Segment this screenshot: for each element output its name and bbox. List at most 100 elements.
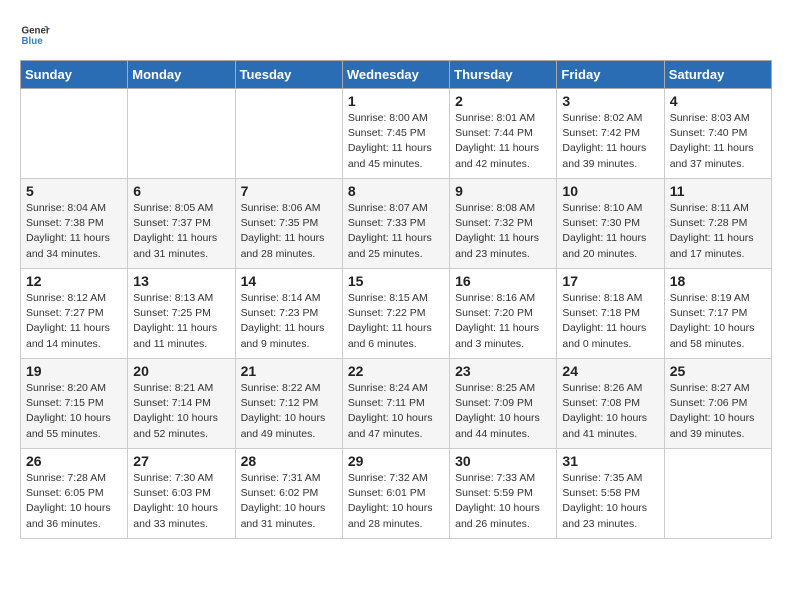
day-detail: Sunrise: 8:27 AM Sunset: 7:06 PM Dayligh… — [670, 381, 766, 442]
day-number: 4 — [670, 93, 766, 109]
calendar-day-27: 27 Sunrise: 7:30 AM Sunset: 6:03 PM Dayli… — [128, 449, 235, 539]
calendar-day-7: 7 Sunrise: 8:06 AM Sunset: 7:35 PM Daylig… — [235, 179, 342, 269]
day-number: 31 — [562, 453, 658, 469]
day-detail: Sunrise: 8:18 AM Sunset: 7:18 PM Dayligh… — [562, 291, 658, 352]
calendar-day-13: 13Sunrise: 8:13 AM Sunset: 7:25 PM Dayli… — [128, 269, 235, 359]
calendar-day-20: 20Sunrise: 8:21 AM Sunset: 7:14 PM Dayli… — [128, 359, 235, 449]
day-number: 18 — [670, 273, 766, 289]
calendar-day-10: 10 Sunrise: 8:10 AM Sunset: 7:30 PM Dayli… — [557, 179, 664, 269]
weekday-header-saturday: Saturday — [664, 61, 771, 89]
day-number: 25 — [670, 363, 766, 379]
calendar-day-23: 23 Sunrise: 8:25 AM Sunset: 7:09 PM Dayli… — [450, 359, 557, 449]
day-detail: Sunrise: 8:04 AM Sunset: 7:38 PM Dayligh… — [26, 201, 122, 262]
day-detail: Sunrise: 7:30 AM Sunset: 6:03 PM Dayligh… — [133, 471, 229, 532]
day-detail: Sunrise: 7:28 AM Sunset: 6:05 PM Dayligh… — [26, 471, 122, 532]
calendar-day-5: 5 Sunrise: 8:04 AM Sunset: 7:38 PM Daylig… — [21, 179, 128, 269]
calendar-day-28: 28Sunrise: 7:31 AM Sunset: 6:02 PM Dayli… — [235, 449, 342, 539]
day-detail: Sunrise: 8:01 AM Sunset: 7:44 PM Dayligh… — [455, 111, 551, 172]
calendar-week-row: 19 Sunrise: 8:20 AM Sunset: 7:15 PM Dayli… — [21, 359, 772, 449]
day-detail: Sunrise: 8:21 AM Sunset: 7:14 PM Dayligh… — [133, 381, 229, 442]
day-detail: Sunrise: 8:05 AM Sunset: 7:37 PM Dayligh… — [133, 201, 229, 262]
calendar-week-row: 1 Sunrise: 8:00 AM Sunset: 7:45 PM Daylig… — [21, 89, 772, 179]
calendar-week-row: 26 Sunrise: 7:28 AM Sunset: 6:05 PM Dayli… — [21, 449, 772, 539]
calendar-day-14: 14 Sunrise: 8:14 AM Sunset: 7:23 PM Dayli… — [235, 269, 342, 359]
day-number: 22 — [348, 363, 444, 379]
calendar-day-17: 17 Sunrise: 8:18 AM Sunset: 7:18 PM Dayli… — [557, 269, 664, 359]
weekday-header-monday: Monday — [128, 61, 235, 89]
day-detail: Sunrise: 8:02 AM Sunset: 7:42 PM Dayligh… — [562, 111, 658, 172]
day-number: 14 — [241, 273, 337, 289]
calendar-day-2: 2Sunrise: 8:01 AM Sunset: 7:44 PM Daylig… — [450, 89, 557, 179]
calendar-day-4: 4Sunrise: 8:03 AM Sunset: 7:40 PM Daylig… — [664, 89, 771, 179]
calendar-day-26: 26 Sunrise: 7:28 AM Sunset: 6:05 PM Dayli… — [21, 449, 128, 539]
calendar-day-16: 16 Sunrise: 8:16 AM Sunset: 7:20 PM Dayli… — [450, 269, 557, 359]
day-number: 26 — [26, 453, 122, 469]
calendar-empty-cell — [235, 89, 342, 179]
day-number: 17 — [562, 273, 658, 289]
calendar-empty-cell — [664, 449, 771, 539]
day-detail: Sunrise: 8:22 AM Sunset: 7:12 PM Dayligh… — [241, 381, 337, 442]
calendar-day-3: 3 Sunrise: 8:02 AM Sunset: 7:42 PM Daylig… — [557, 89, 664, 179]
day-detail: Sunrise: 8:07 AM Sunset: 7:33 PM Dayligh… — [348, 201, 444, 262]
weekday-header-sunday: Sunday — [21, 61, 128, 89]
day-number: 23 — [455, 363, 551, 379]
day-number: 6 — [133, 183, 229, 199]
day-number: 21 — [241, 363, 337, 379]
calendar-day-30: 30 Sunrise: 7:33 AM Sunset: 5:59 PM Dayli… — [450, 449, 557, 539]
day-detail: Sunrise: 8:06 AM Sunset: 7:35 PM Dayligh… — [241, 201, 337, 262]
calendar-table: SundayMondayTuesdayWednesdayThursdayFrid… — [20, 60, 772, 539]
day-detail: Sunrise: 8:08 AM Sunset: 7:32 PM Dayligh… — [455, 201, 551, 262]
day-number: 30 — [455, 453, 551, 469]
day-number: 7 — [241, 183, 337, 199]
weekday-header-wednesday: Wednesday — [342, 61, 449, 89]
day-number: 9 — [455, 183, 551, 199]
day-number: 19 — [26, 363, 122, 379]
calendar-day-21: 21 Sunrise: 8:22 AM Sunset: 7:12 PM Dayli… — [235, 359, 342, 449]
day-detail: Sunrise: 8:15 AM Sunset: 7:22 PM Dayligh… — [348, 291, 444, 352]
day-detail: Sunrise: 8:24 AM Sunset: 7:11 PM Dayligh… — [348, 381, 444, 442]
day-number: 10 — [562, 183, 658, 199]
day-detail: Sunrise: 8:00 AM Sunset: 7:45 PM Dayligh… — [348, 111, 444, 172]
day-number: 28 — [241, 453, 337, 469]
svg-text:Blue: Blue — [22, 36, 44, 47]
weekday-header-tuesday: Tuesday — [235, 61, 342, 89]
day-detail: Sunrise: 8:20 AM Sunset: 7:15 PM Dayligh… — [26, 381, 122, 442]
calendar-day-24: 24 Sunrise: 8:26 AM Sunset: 7:08 PM Dayli… — [557, 359, 664, 449]
weekday-header-thursday: Thursday — [450, 61, 557, 89]
calendar-day-1: 1 Sunrise: 8:00 AM Sunset: 7:45 PM Daylig… — [342, 89, 449, 179]
day-detail: Sunrise: 8:16 AM Sunset: 7:20 PM Dayligh… — [455, 291, 551, 352]
calendar-day-25: 25 Sunrise: 8:27 AM Sunset: 7:06 PM Dayli… — [664, 359, 771, 449]
day-detail: Sunrise: 7:32 AM Sunset: 6:01 PM Dayligh… — [348, 471, 444, 532]
day-detail: Sunrise: 8:11 AM Sunset: 7:28 PM Dayligh… — [670, 201, 766, 262]
day-number: 27 — [133, 453, 229, 469]
day-number: 15 — [348, 273, 444, 289]
calendar-day-29: 29 Sunrise: 7:32 AM Sunset: 6:01 PM Dayli… — [342, 449, 449, 539]
day-number: 5 — [26, 183, 122, 199]
day-detail: Sunrise: 7:33 AM Sunset: 5:59 PM Dayligh… — [455, 471, 551, 532]
day-detail: Sunrise: 8:10 AM Sunset: 7:30 PM Dayligh… — [562, 201, 658, 262]
page-header: General Blue — [20, 20, 772, 50]
day-number: 1 — [348, 93, 444, 109]
calendar-week-row: 12 Sunrise: 8:12 AM Sunset: 7:27 PM Dayli… — [21, 269, 772, 359]
calendar-week-row: 5 Sunrise: 8:04 AM Sunset: 7:38 PM Daylig… — [21, 179, 772, 269]
day-number: 24 — [562, 363, 658, 379]
day-detail: Sunrise: 8:26 AM Sunset: 7:08 PM Dayligh… — [562, 381, 658, 442]
logo: General Blue — [20, 20, 54, 50]
weekday-header-friday: Friday — [557, 61, 664, 89]
day-number: 29 — [348, 453, 444, 469]
calendar-day-8: 8Sunrise: 8:07 AM Sunset: 7:33 PM Daylig… — [342, 179, 449, 269]
calendar-day-9: 9 Sunrise: 8:08 AM Sunset: 7:32 PM Daylig… — [450, 179, 557, 269]
day-detail: Sunrise: 8:12 AM Sunset: 7:27 PM Dayligh… — [26, 291, 122, 352]
calendar-day-31: 31 Sunrise: 7:35 AM Sunset: 5:58 PM Dayli… — [557, 449, 664, 539]
day-detail: Sunrise: 8:14 AM Sunset: 7:23 PM Dayligh… — [241, 291, 337, 352]
day-number: 16 — [455, 273, 551, 289]
day-detail: Sunrise: 7:35 AM Sunset: 5:58 PM Dayligh… — [562, 471, 658, 532]
weekday-header-row: SundayMondayTuesdayWednesdayThursdayFrid… — [21, 61, 772, 89]
calendar-day-18: 18 Sunrise: 8:19 AM Sunset: 7:17 PM Dayli… — [664, 269, 771, 359]
day-number: 3 — [562, 93, 658, 109]
day-number: 12 — [26, 273, 122, 289]
calendar-day-12: 12 Sunrise: 8:12 AM Sunset: 7:27 PM Dayli… — [21, 269, 128, 359]
day-detail: Sunrise: 8:19 AM Sunset: 7:17 PM Dayligh… — [670, 291, 766, 352]
calendar-empty-cell — [21, 89, 128, 179]
day-detail: Sunrise: 8:25 AM Sunset: 7:09 PM Dayligh… — [455, 381, 551, 442]
